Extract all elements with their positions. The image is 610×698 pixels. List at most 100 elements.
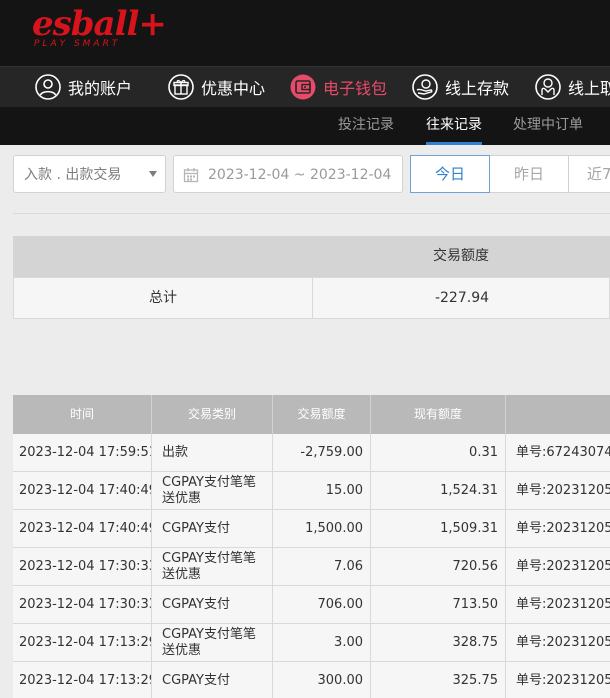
cell-type: CGPAY支付 bbox=[152, 662, 273, 698]
cell-memo-text: 单号:672430746 bbox=[516, 445, 610, 460]
last-7-days-button[interactable]: 近7 bbox=[569, 155, 610, 193]
cell-time-text: 2023-12-04 17:13:29 bbox=[19, 635, 152, 650]
summary-header-amount: 交易额度 bbox=[433, 248, 489, 264]
cell-amount-text: 706.00 bbox=[317, 597, 364, 612]
cell-time-text: 2023-12-04 17:40:49 bbox=[19, 483, 152, 498]
table-row: 2023-12-04 17:13:29 CGPAY支付笔笔送优惠 3.00 328.7… bbox=[13, 624, 610, 662]
cell-time: 2023-12-04 17:59:51 bbox=[13, 434, 152, 471]
col-time: 时间 bbox=[13, 395, 152, 434]
cell-type-text: 出款 bbox=[162, 445, 189, 460]
cell-amount: 706.00 bbox=[273, 586, 371, 623]
yesterday-button[interactable]: 昨日 bbox=[490, 155, 569, 193]
table-header: 时间 交易类别 交易额度 现有额度 bbox=[13, 395, 610, 434]
gift-icon bbox=[168, 74, 194, 100]
cell-memo: 单号:672430746 bbox=[506, 434, 610, 471]
cell-amount: 1,500.00 bbox=[273, 510, 371, 547]
cell-memo-text: 单号:202312053 bbox=[516, 559, 610, 574]
cell-time-text: 2023-12-04 17:30:33 bbox=[19, 559, 152, 574]
nav-label: 线上存款 bbox=[445, 79, 510, 98]
deposit-icon bbox=[412, 74, 438, 100]
nav-label: 电子钱包 bbox=[323, 79, 388, 98]
withdraw-icon bbox=[535, 74, 561, 100]
tab-transaction-records[interactable]: 往来记录 bbox=[426, 107, 482, 145]
cell-balance: 720.56 bbox=[371, 548, 506, 585]
nav-my-account[interactable]: 我的账户 bbox=[34, 67, 132, 107]
cell-balance-text: 1,524.31 bbox=[440, 483, 498, 498]
table-row: 2023-12-04 17:30:33 CGPAY支付笔笔送优惠 7.06 720.5… bbox=[13, 548, 610, 586]
cell-amount: 7.06 bbox=[273, 548, 371, 585]
cell-balance: 0.31 bbox=[371, 434, 506, 471]
cell-amount: 15.00 bbox=[273, 472, 371, 509]
table-row: 2023-12-04 17:30:33 CGPAY支付 706.00 713.50 单号… bbox=[13, 586, 610, 624]
cell-memo-text: 单号:202312053 bbox=[516, 483, 610, 498]
sub-nav: 投注记录 往来记录 处理中订单 bbox=[0, 107, 610, 145]
cell-balance-text: 0.31 bbox=[469, 445, 498, 460]
cell-amount-text: 1,500.00 bbox=[305, 521, 363, 536]
cell-amount-text: -2,759.00 bbox=[300, 445, 363, 460]
total-label: 总计 bbox=[149, 290, 177, 306]
cell-memo: 单号:202312053 bbox=[506, 510, 610, 547]
table-row: 2023-12-04 17:13:29 CGPAY支付 300.00 325.75 单号… bbox=[13, 662, 610, 698]
cell-time: 2023-12-04 17:40:49 bbox=[13, 510, 152, 547]
table-row: 2023-12-04 17:40:49 CGPAY支付 1,500.00 1,509.… bbox=[13, 510, 610, 548]
cell-amount-text: 3.00 bbox=[334, 635, 363, 650]
cell-type: CGPAY支付 bbox=[152, 586, 273, 623]
cell-time: 2023-12-04 17:30:33 bbox=[13, 586, 152, 623]
cell-memo: 单号:202312053 bbox=[506, 586, 610, 623]
cell-amount-text: 7.06 bbox=[334, 559, 363, 574]
filter-bar: 入款 . 出款交易 2023-12-04 ~ 2023-12-04 今日 昨日 … bbox=[0, 155, 610, 195]
col-amount: 交易额度 bbox=[273, 395, 371, 434]
col-memo bbox=[506, 395, 610, 434]
cell-type: CGPAY支付 bbox=[152, 510, 273, 547]
select-value: 入款 . 出款交易 bbox=[24, 167, 122, 183]
today-button[interactable]: 今日 bbox=[410, 155, 490, 193]
cell-time: 2023-12-04 17:13:29 bbox=[13, 662, 152, 698]
tab-bet-records[interactable]: 投注记录 bbox=[338, 107, 394, 145]
cell-amount-text: 300.00 bbox=[317, 673, 364, 688]
cell-time: 2023-12-04 17:30:33 bbox=[13, 548, 152, 585]
cell-memo: 单号:202312053 bbox=[506, 548, 610, 585]
cell-balance-text: 713.50 bbox=[452, 597, 499, 612]
cell-type: CGPAY支付笔笔送优惠 bbox=[152, 624, 273, 661]
cell-time-text: 2023-12-04 17:59:51 bbox=[19, 445, 152, 460]
cell-memo-text: 单号:202312053 bbox=[516, 635, 610, 650]
cell-balance: 328.75 bbox=[371, 624, 506, 661]
cell-amount: -2,759.00 bbox=[273, 434, 371, 471]
cell-time-text: 2023-12-04 17:13:29 bbox=[19, 673, 152, 688]
cell-amount: 3.00 bbox=[273, 624, 371, 661]
tab-pending-orders[interactable]: 处理中订单 bbox=[513, 107, 583, 145]
col-balance: 现有额度 bbox=[371, 395, 506, 434]
cell-memo-text: 单号:202312053 bbox=[516, 673, 610, 688]
cell-memo-text: 单号:202312053 bbox=[516, 521, 610, 536]
nav-online-deposit[interactable]: 线上存款 bbox=[411, 67, 509, 107]
summary-header: 交易额度 bbox=[13, 236, 610, 277]
nav-e-wallet[interactable]: 电子钱包 bbox=[289, 67, 387, 107]
cell-balance: 1,509.31 bbox=[371, 510, 506, 547]
wallet-icon bbox=[290, 74, 316, 100]
cell-time: 2023-12-04 17:13:29 bbox=[13, 624, 152, 661]
user-icon bbox=[35, 74, 61, 100]
date-range-input[interactable]: 2023-12-04 ~ 2023-12-04 bbox=[173, 155, 403, 193]
nav-label: 我的账户 bbox=[68, 79, 133, 98]
nav-online-withdraw[interactable]: 线上取 bbox=[534, 67, 610, 107]
cell-amount-text: 15.00 bbox=[325, 483, 363, 498]
cell-balance: 1,524.31 bbox=[371, 472, 506, 509]
date-range-value: 2023-12-04 ~ 2023-12-04 bbox=[208, 167, 392, 183]
main-nav: 我的账户 优惠中心 电子钱包 线上存款 线上取 bbox=[0, 66, 610, 107]
cell-type-text: CGPAY支付 bbox=[162, 521, 230, 536]
cell-type-text: CGPAY支付 bbox=[162, 673, 230, 688]
cell-type: CGPAY支付笔笔送优惠 bbox=[152, 472, 273, 509]
esball-logo[interactable]: esball+ PLAY SMART bbox=[32, 4, 167, 54]
cell-memo: 单号:202312053 bbox=[506, 662, 610, 698]
cell-type: CGPAY支付笔笔送优惠 bbox=[152, 548, 273, 585]
table-row: 2023-12-04 17:40:49 CGPAY支付笔笔送优惠 15.00 1,52… bbox=[13, 472, 610, 510]
transaction-type-select[interactable]: 入款 . 出款交易 bbox=[13, 155, 166, 193]
nav-promotions[interactable]: 优惠中心 bbox=[167, 67, 265, 107]
summary-total-row: 总计 -227.94 bbox=[13, 277, 610, 319]
logo-tagline: PLAY SMART bbox=[34, 39, 121, 49]
chevron-down-icon bbox=[149, 171, 157, 177]
cell-balance-text: 325.75 bbox=[452, 673, 499, 688]
cell-type: 出款 bbox=[152, 434, 273, 471]
col-type: 交易类别 bbox=[152, 395, 273, 434]
cell-type-text: CGPAY支付笔笔送优惠 bbox=[162, 627, 256, 658]
